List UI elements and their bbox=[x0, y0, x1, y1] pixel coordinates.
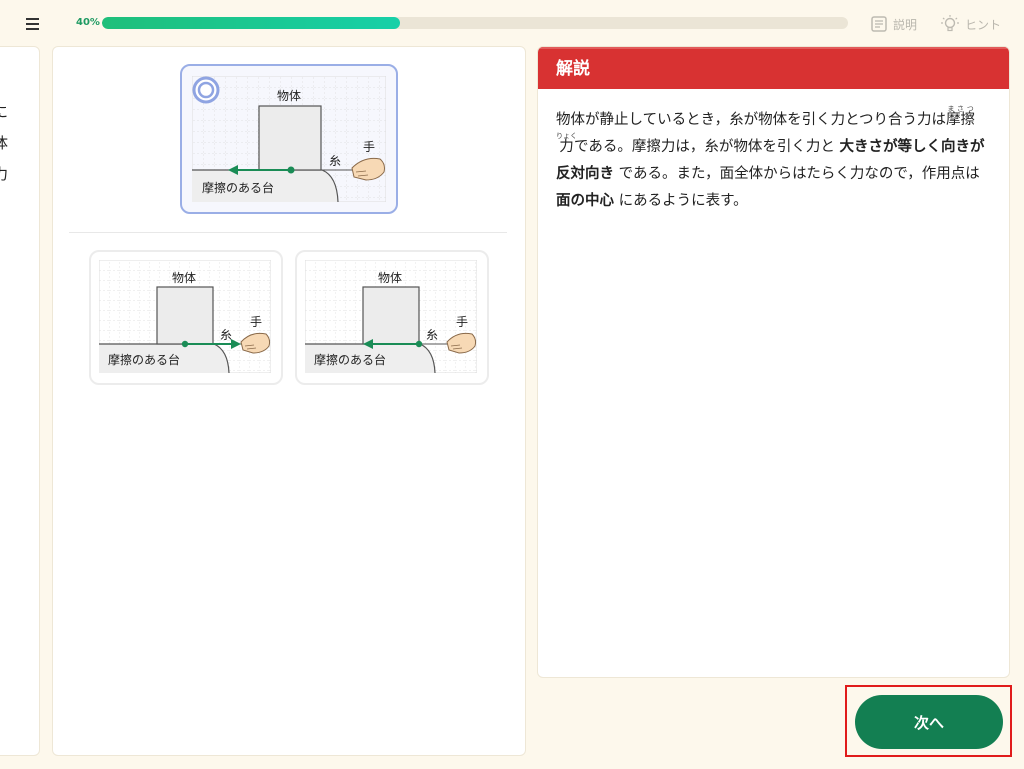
explanation-segment: 物体が静止しているとき，糸が物体を引く力とつり合う力は bbox=[556, 112, 947, 128]
progress-fill bbox=[102, 17, 401, 29]
label-object: 物体 bbox=[277, 89, 301, 103]
progress-label: 40% bbox=[76, 17, 100, 28]
hint-button[interactable]: ヒント bbox=[940, 13, 1001, 35]
question-panel: 物体 糸 手 摩擦のある台 物体 糸 手 摩擦のある台 物体 糸 手 摩擦のある… bbox=[52, 46, 526, 756]
action-point bbox=[287, 166, 295, 174]
explanation-panel: 解説 物体が静止しているとき，糸が物体を引く力とつり合う力は摩擦まさつ力りょくで… bbox=[537, 46, 1010, 678]
ruby-base: 摩擦 bbox=[946, 112, 976, 128]
label-string: 糸 bbox=[426, 328, 438, 342]
selected-answer-card[interactable]: 物体 糸 手 摩擦のある台 bbox=[180, 64, 398, 214]
explanation-segment: である。摩擦力は，糸が物体を引く力と bbox=[574, 139, 835, 155]
explanation-title: 解説 bbox=[538, 47, 1009, 89]
ruby-reading: まさつ bbox=[946, 105, 976, 113]
lightbulb-icon bbox=[941, 15, 959, 32]
label-table: 摩擦のある台 bbox=[314, 352, 386, 367]
ruby-masatsu: 摩擦まさつ bbox=[946, 105, 976, 128]
passage-panel: に 体 力 bbox=[0, 46, 40, 756]
ruby-ryoku: 力りょく bbox=[556, 132, 577, 155]
explain-label: 説明 bbox=[893, 17, 918, 32]
label-hand: 手 bbox=[363, 140, 375, 154]
top-bar: 40% 説明 ヒント bbox=[0, 0, 1024, 46]
label-hand: 手 bbox=[250, 315, 262, 329]
explain-button[interactable]: 説明 bbox=[870, 13, 917, 35]
label-hand: 手 bbox=[456, 315, 468, 329]
answer-option-2[interactable]: 物体 糸 手 摩擦のある台 bbox=[295, 250, 489, 385]
label-object: 物体 bbox=[172, 271, 196, 285]
answer-option-1[interactable]: 物体 糸 手 摩擦のある台 bbox=[89, 250, 283, 385]
explanation-segment: である。また，面全体からはたらく力なので，作用点は bbox=[618, 166, 980, 182]
ruby-reading: りょく bbox=[556, 132, 577, 140]
force-diagram-option-1: 物体 糸 手 摩擦のある台 bbox=[99, 260, 271, 373]
next-button[interactable]: 次へ bbox=[855, 695, 1003, 749]
label-table: 摩擦のある台 bbox=[202, 180, 274, 195]
hint-label: ヒント bbox=[965, 17, 1002, 32]
progress-bar bbox=[102, 17, 848, 29]
force-diagram-option-2: 物体 糸 手 摩擦のある台 bbox=[305, 260, 477, 373]
menu-icon[interactable] bbox=[20, 14, 44, 34]
label-string: 糸 bbox=[220, 328, 232, 342]
label-string: 糸 bbox=[329, 154, 341, 168]
passage-char: 力 bbox=[0, 159, 8, 190]
selected-circle-icon bbox=[192, 76, 220, 104]
divider bbox=[69, 232, 507, 233]
passage-text: に 体 力 bbox=[0, 97, 8, 190]
force-diagram-selected: 物体 糸 手 摩擦のある台 bbox=[192, 76, 386, 202]
explanation-text: 物体が静止しているとき，糸が物体を引く力とつり合う力は摩擦まさつ力りょくである。… bbox=[538, 89, 1009, 215]
object-box bbox=[258, 105, 322, 171]
label-table: 摩擦のある台 bbox=[108, 352, 180, 367]
passage-char: に bbox=[0, 97, 8, 128]
explanation-segment: にあるように表す。 bbox=[618, 193, 748, 209]
passage-char: 体 bbox=[0, 128, 8, 159]
document-icon bbox=[871, 16, 887, 32]
label-object: 物体 bbox=[378, 271, 402, 285]
explanation-emphasis: 面の中心 bbox=[556, 193, 614, 209]
